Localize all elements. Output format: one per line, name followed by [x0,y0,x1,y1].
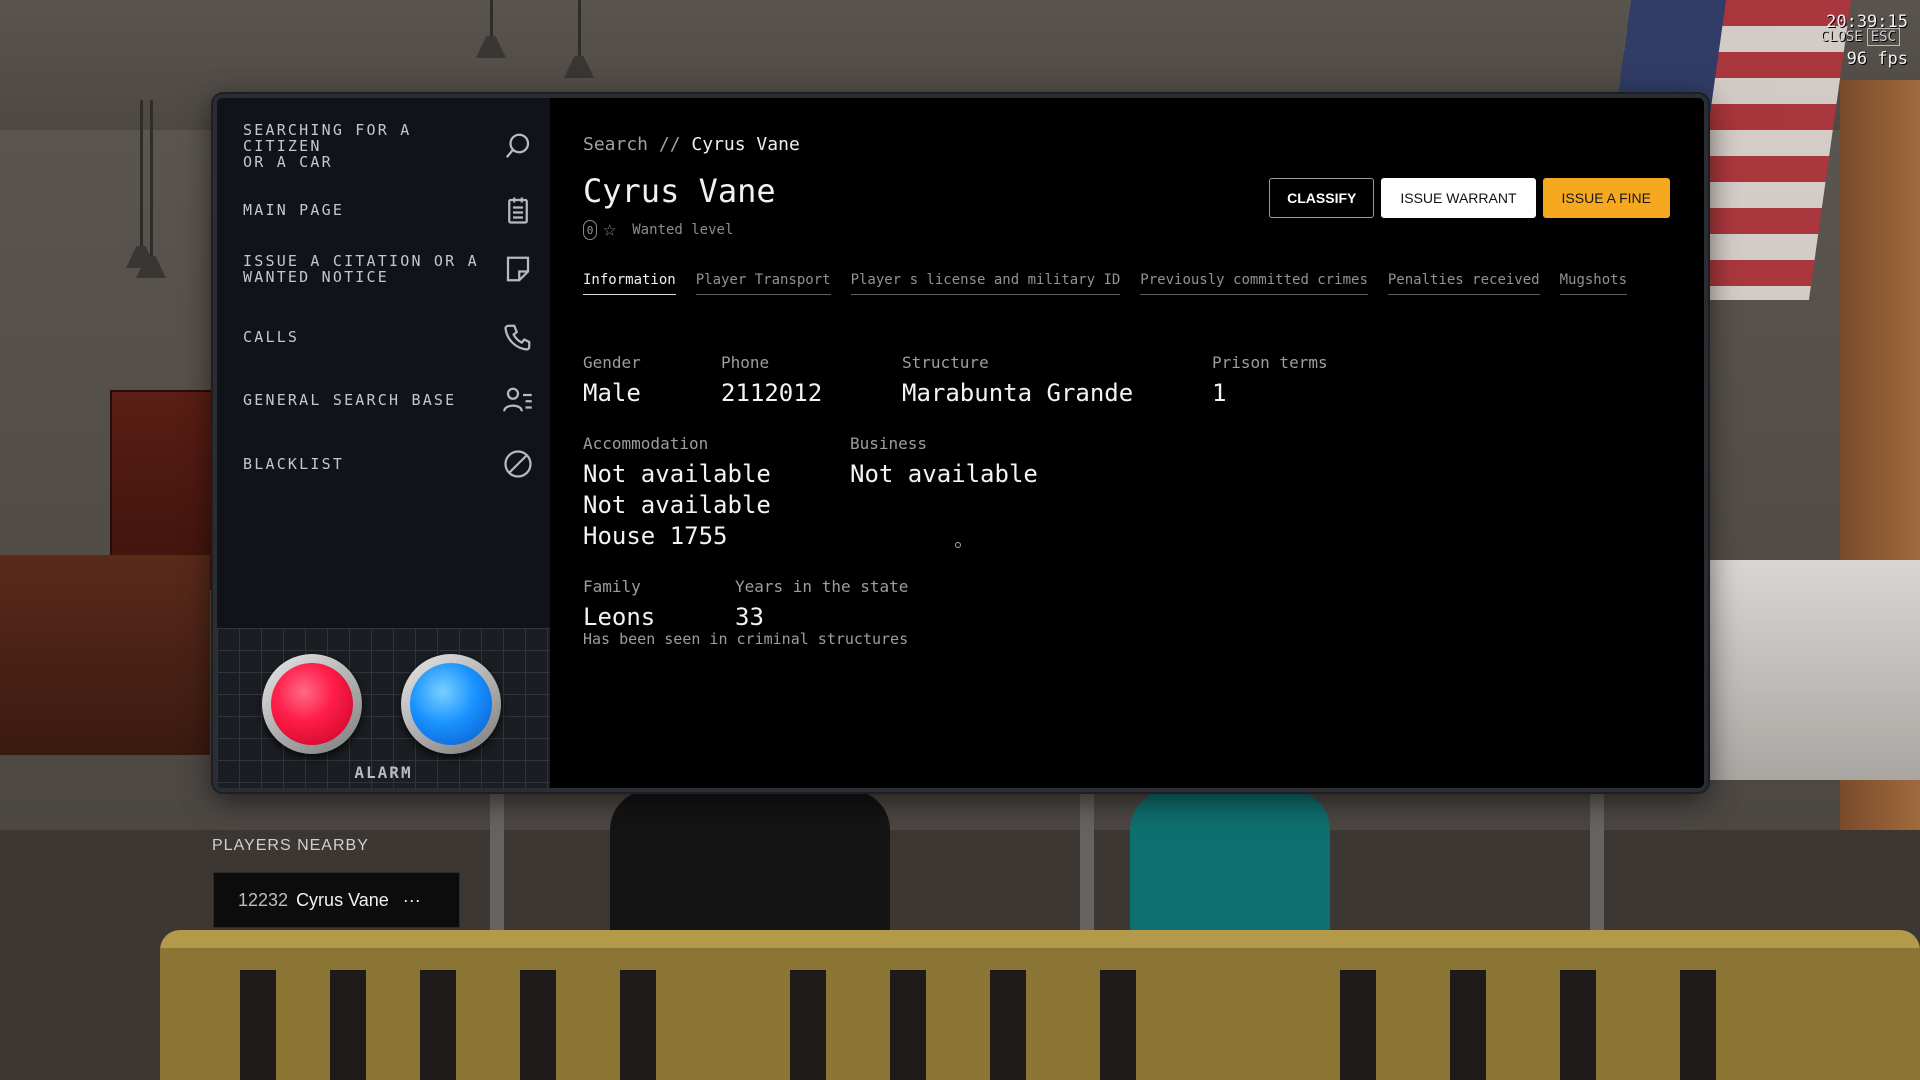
red-alarm-button[interactable] [262,654,362,754]
alarm-label: ALARM [354,763,413,782]
hud-close-hint[interactable]: CLOSE ESC [1821,28,1900,46]
wanted-level: 0 ☆ Wanted level [583,217,734,242]
field-label: Prison terms [1212,353,1328,372]
field-accommodation: Accommodation Not available Not availabl… [583,434,771,552]
police-tablet: SEARCHING FOR A CITIZEN OR A CAR MAIN PA… [213,94,1708,792]
sidebar-item-label: BLACKLIST [243,455,345,473]
phone-icon [502,321,534,353]
tab-information[interactable]: Information [583,272,676,295]
issue-fine-button[interactable]: ISSUE A FINE [1542,178,1670,218]
field-prison-terms: Prison terms 1 [1212,353,1328,409]
field-phone: Phone 2112012 [721,353,822,409]
note-icon [502,253,534,285]
sidebar-item-search[interactable]: SEARCHING FOR A CITIZEN OR A CAR [217,116,550,176]
nearby-player-card[interactable]: 12232 Cyrus Vane ··· [213,872,460,928]
classify-button[interactable]: CLASSIFY [1269,178,1375,218]
sidebar-item-calls[interactable]: CALLS [217,317,550,357]
tablet-screen: SEARCHING FOR A CITIZEN OR A CAR MAIN PA… [217,98,1704,788]
breadcrumb: Search // Cyrus Vane [583,134,800,155]
tab-license-military-id[interactable]: Player s license and military ID [850,272,1121,295]
field-value: 33 [735,603,764,631]
field-value: Marabunta Grande [902,379,1134,407]
field-label: Phone [721,353,770,372]
clipboard-icon [502,194,534,226]
field-value: Leons [583,603,656,631]
criminal-note: Has been seen in criminal structures [583,630,909,648]
field-gender: Gender Male [583,353,641,409]
field-label: Years in the state [735,577,909,596]
field-value: Male [583,379,641,407]
close-label: CLOSE [1820,29,1863,45]
player-name: Cyrus Vane [296,889,389,910]
block-icon [502,448,534,480]
sidebar-item-label: CALLS [243,328,300,346]
tab-penalties[interactable]: Penalties received [1387,272,1540,295]
breadcrumb-separator: // [658,134,681,155]
tab-previous-crimes[interactable]: Previously committed crimes [1140,272,1368,295]
profile-tabs: Information Player Transport Player s li… [583,272,1628,295]
sidebar-item-general-search[interactable]: GENERAL SEARCH BASE [217,380,550,420]
sidebar: SEARCHING FOR A CITIZEN OR A CAR MAIN PA… [217,98,550,788]
field-value: 1 [1212,379,1227,407]
action-buttons: CLASSIFY ISSUE WARRANT ISSUE A FINE [1269,178,1670,218]
field-value: 2112012 [721,379,823,407]
profile-panel: Search // Cyrus Vane Cyrus Vane 0 ☆ Want… [550,98,1704,788]
sidebar-item-label: SEARCHING FOR A CITIZEN OR A CAR [243,121,412,171]
marker-dot [955,542,961,548]
wanted-level-value: 0 [583,220,597,240]
star-icon: ☆ [603,217,617,242]
people-list-icon [502,384,534,416]
players-nearby-title: PLAYERS NEARBY [212,837,369,854]
field-family: Family Leons [583,577,655,633]
sidebar-item-label: GENERAL SEARCH BASE [243,391,457,409]
blue-alarm-button[interactable] [401,654,501,754]
esc-key: ESC [1866,28,1900,46]
breadcrumb-root[interactable]: Search [583,134,648,155]
field-value: House 1755 [583,522,728,550]
search-icon [502,130,534,162]
player-id: 12232 [238,889,289,910]
wanted-level-label: Wanted level [632,222,734,238]
sidebar-item-label: ISSUE A CITATION OR A WANTED NOTICE [243,252,479,286]
sidebar-item-label: MAIN PAGE [243,201,345,219]
field-value: Not available [850,460,1038,488]
field-label: Gender [583,353,641,372]
field-label: Accommodation [583,434,709,453]
field-business: Business Not available [850,434,1038,490]
field-value: Not available [583,491,771,519]
more-options-icon[interactable]: ··· [403,890,421,911]
sidebar-item-issue-citation[interactable]: ISSUE A CITATION OR A WANTED NOTICE [217,244,550,294]
tab-mugshots[interactable]: Mugshots [1559,272,1628,295]
alarm-panel: ALARM [217,628,550,788]
breadcrumb-current: Cyrus Vane [691,134,800,155]
field-label: Family [583,577,641,596]
field-years-in-state: Years in the state 33 [735,577,908,633]
tab-player-transport[interactable]: Player Transport [695,272,831,295]
hud-fps: 96 fps [1846,49,1908,69]
field-structure: Structure Marabunta Grande [902,353,1133,409]
page-title: Cyrus Vane [583,172,776,210]
sidebar-item-main-page[interactable]: MAIN PAGE [217,190,550,230]
sidebar-item-blacklist[interactable]: BLACKLIST [217,444,550,484]
field-value: Not available [583,460,771,488]
issue-warrant-button[interactable]: ISSUE WARRANT [1381,178,1536,218]
field-label: Business [850,434,928,453]
field-label: Structure [902,353,989,372]
